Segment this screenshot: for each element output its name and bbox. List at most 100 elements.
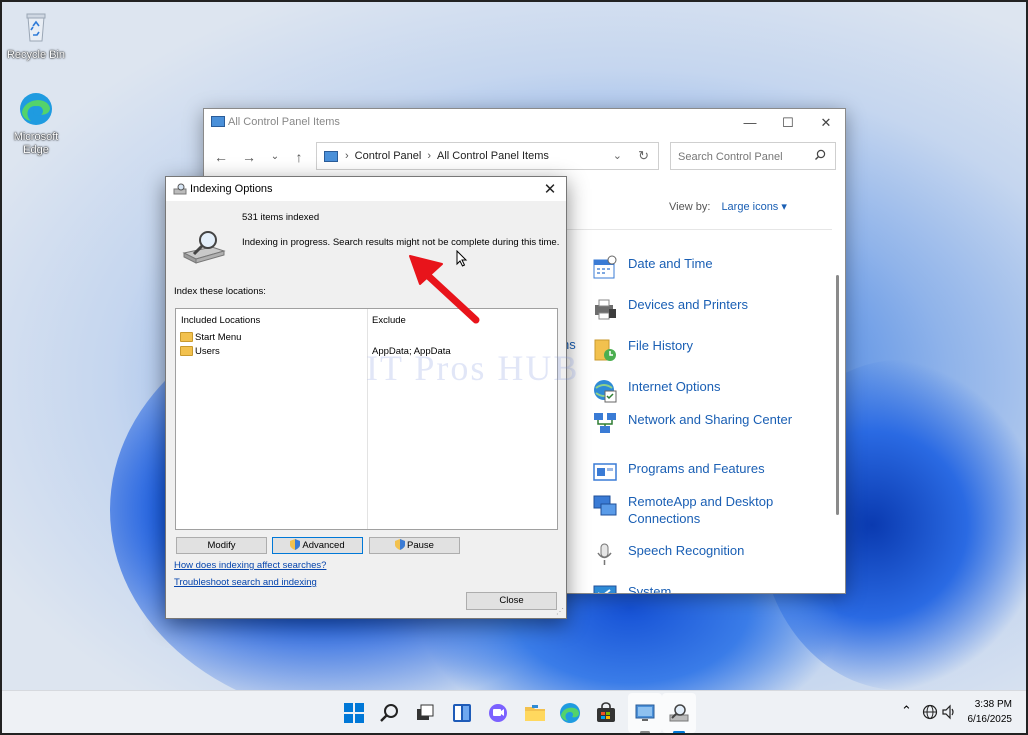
cp-item-remoteapp[interactable]: RemoteApp and Desktop Connections — [593, 493, 828, 527]
close-button[interactable]: ✕ — [811, 113, 841, 133]
indexing-options-dialog: Indexing Options ✕ 531 items indexed Ind… — [165, 176, 567, 619]
view-by-label: View by: — [669, 201, 711, 213]
breadcrumb-separator: › — [345, 150, 349, 162]
cp-item-label: File History — [628, 338, 694, 353]
store-icon[interactable] — [595, 702, 617, 724]
system-icon — [593, 585, 617, 593]
cp-item-label: Internet Options — [628, 379, 721, 394]
location-name: Start Menu — [195, 332, 242, 343]
cp-item-label: Date and Time — [628, 256, 713, 271]
recent-locations-chevron-icon[interactable]: ⌄ — [264, 147, 286, 167]
edge-icon[interactable] — [559, 702, 581, 724]
uac-shield-icon — [395, 539, 406, 550]
breadcrumb-separator: › — [427, 150, 431, 162]
cp-item-internet-options[interactable]: Internet Options — [594, 378, 828, 403]
advanced-button[interactable]: Advanced — [272, 537, 363, 554]
view-by: View by: Large icons ▾ — [669, 200, 787, 213]
printer-icon — [595, 299, 616, 320]
minimize-button[interactable]: — — [735, 113, 765, 133]
locations-list[interactable]: Included Locations Exclude Start Menu Us… — [175, 308, 558, 530]
volume-icon[interactable] — [941, 704, 957, 720]
breadcrumb-item[interactable]: All Control Panel Items — [437, 150, 549, 162]
mouse-cursor-icon — [456, 250, 468, 267]
cp-item-label: Programs and Features — [628, 461, 765, 476]
dialog-title: Indexing Options — [190, 183, 273, 195]
navigation-bar: ← → ⌄ ↑ › Control Panel › All Control Panel… — [204, 142, 845, 172]
maximize-button[interactable]: ☐ — [773, 113, 803, 133]
view-by-value: Large icons — [721, 201, 779, 213]
edge-icon — [17, 90, 55, 128]
widgets-icon[interactable] — [451, 702, 473, 724]
modify-button[interactable]: Modify — [176, 537, 267, 554]
advanced-button-label: Advanced — [302, 540, 345, 551]
breadcrumb-item[interactable]: Control Panel — [355, 150, 422, 162]
indexing-options-icon[interactable] — [668, 702, 690, 724]
uac-shield-icon — [290, 539, 301, 550]
column-header-included[interactable]: Included Locations — [181, 315, 260, 326]
desktop-icon-label: Microsoft Edge — [13, 131, 59, 156]
task-view-icon[interactable] — [414, 702, 436, 724]
breadcrumb: › Control Panel › All Control Panel Items — [345, 150, 549, 162]
magnifier-drive-icon — [182, 231, 226, 264]
address-dropdown-icon[interactable]: ⌄ — [613, 149, 622, 162]
globe-network-icon[interactable] — [922, 704, 938, 720]
dialog-close-icon[interactable]: ✕ — [540, 180, 560, 198]
location-name: Users — [195, 346, 220, 357]
up-arrow-icon[interactable]: ↑ — [288, 147, 310, 167]
network-icon — [594, 413, 616, 433]
watermark: IT Pros HUB — [366, 348, 580, 388]
red-arrow-annotation — [409, 255, 480, 324]
scrollbar[interactable] — [832, 229, 845, 593]
chat-icon[interactable] — [487, 702, 509, 724]
search-icon[interactable] — [379, 702, 401, 724]
microphone-icon — [597, 543, 612, 565]
active-indicator — [673, 731, 685, 734]
folder-icon — [180, 332, 193, 342]
control-panel-icon[interactable] — [634, 702, 656, 724]
taskbar-clock[interactable]: 3:38 PM 6/16/2025 — [968, 697, 1013, 727]
cp-item-devices-printers[interactable]: Devices and Printers — [595, 296, 828, 320]
search-box[interactable]: Search Control Panel — [670, 142, 836, 170]
show-hidden-icons-chevron-icon[interactable]: ⌃ — [901, 703, 912, 719]
troubleshoot-link[interactable]: Troubleshoot search and indexing — [174, 577, 317, 588]
cp-item-speech-recognition[interactable]: Speech Recognition — [597, 542, 828, 565]
programs-icon — [593, 463, 617, 481]
control-panel-titlebar[interactable]: All Control Panel Items — ☐ ✕ — [204, 109, 845, 136]
cp-item-programs-features[interactable]: Programs and Features — [593, 460, 828, 481]
search-icon — [814, 149, 826, 164]
locations-label: Index these locations: — [174, 286, 266, 297]
cp-item-date-time[interactable]: Date and Time — [593, 255, 828, 279]
cp-item-label: Network and Sharing Center — [628, 412, 793, 427]
cp-item-label: Devices and Printers — [628, 297, 748, 312]
pause-button-label: Pause — [407, 540, 434, 551]
file-explorer-icon[interactable] — [524, 702, 546, 724]
window-title: All Control Panel Items — [228, 116, 340, 128]
modify-button-label: Modify — [207, 540, 236, 551]
scrollbar-thumb[interactable] — [836, 275, 839, 515]
cp-item-system[interactable]: System — [593, 583, 828, 593]
back-arrow-icon[interactable]: ← — [210, 147, 232, 167]
dialog-titlebar[interactable]: Indexing Options ✕ — [166, 177, 566, 201]
forward-arrow-icon[interactable]: → — [238, 147, 260, 167]
pause-button[interactable]: Pause — [369, 537, 460, 554]
items-indexed-count: 531 items indexed — [242, 212, 320, 223]
cp-item-label: System — [628, 584, 672, 593]
address-bar[interactable]: › Control Panel › All Control Panel Items ⌄… — [316, 142, 659, 170]
desktop-icon-recycle-bin[interactable]: Recycle Bin — [1, 8, 71, 62]
indexing-options-icon — [173, 183, 187, 195]
resize-grip-icon[interactable]: ⋰ — [556, 607, 564, 616]
indexing-affect-searches-link[interactable]: How does indexing affect searches? — [174, 560, 326, 571]
refresh-icon[interactable]: ↻ — [638, 148, 649, 164]
indexing-status: Indexing in progress. Search results mig… — [242, 237, 560, 248]
close-button[interactable]: Close — [466, 592, 557, 610]
start-icon[interactable] — [343, 702, 365, 724]
column-divider — [367, 309, 368, 529]
control-panel-icon — [211, 116, 225, 127]
view-by-dropdown[interactable]: Large icons ▾ — [721, 201, 786, 213]
desktop-icon-edge[interactable]: Microsoft Edge — [1, 90, 71, 157]
close-button-label: Close — [499, 595, 524, 606]
cp-item-network-sharing[interactable]: Network and Sharing Center — [594, 411, 828, 433]
remoteapp-icon — [593, 495, 617, 516]
recycle-bin-icon — [17, 8, 55, 46]
cp-item-file-history[interactable]: File History — [594, 337, 828, 361]
